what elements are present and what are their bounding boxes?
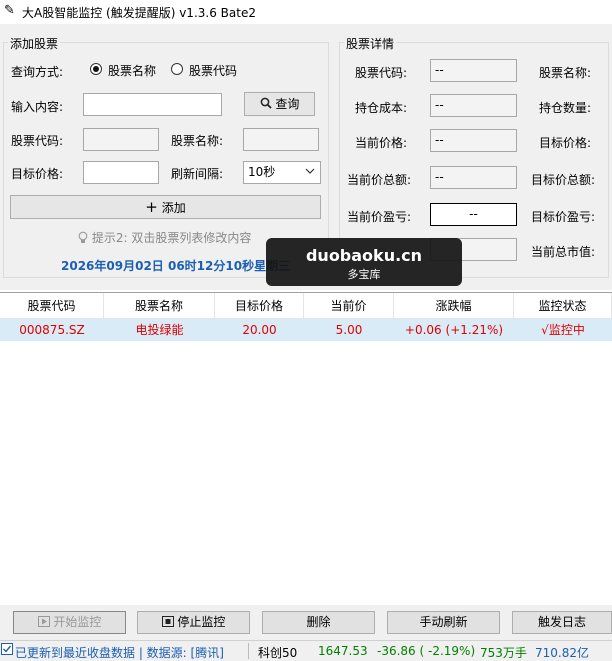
- col-header-status[interactable]: 监控状态: [514, 293, 612, 319]
- play-icon: [37, 615, 54, 629]
- stock-table[interactable]: 股票代码 股票名称 目标价格 当前价 涨跌幅 监控状态 000875.SZ 电投…: [0, 292, 612, 605]
- target-price-input[interactable]: [83, 161, 159, 184]
- title-bar: ✎ 大A股智能监控 (触发提醒版) v1.3.6 Bate2: [0, 0, 612, 24]
- col-header-code[interactable]: 股票代码: [0, 293, 104, 319]
- trigger-log-button[interactable]: 触发日志: [512, 611, 612, 634]
- detail-target-pnl-label: 目标价盈亏:: [531, 210, 596, 224]
- detail-cost-field[interactable]: --: [430, 94, 517, 117]
- input-label: 输入内容:: [11, 100, 64, 114]
- detail-current-field[interactable]: --: [430, 129, 517, 152]
- search-input[interactable]: [83, 93, 222, 116]
- datetime-display: 2026年09月02日 06时12分10秒星期三: [61, 259, 291, 273]
- detail-total-label: 当前价总额:: [347, 173, 412, 187]
- start-monitor-label: 开始监控: [53, 615, 102, 629]
- add-stock-group-title: 添加股票: [8, 35, 61, 52]
- detail-total-field[interactable]: --: [430, 166, 517, 189]
- tip-label: 提示2: 双击股票列表修改内容: [91, 231, 252, 245]
- name-label: 股票名称:: [171, 134, 224, 148]
- start-monitor-button[interactable]: 开始监控: [13, 611, 126, 634]
- tip-text: 提示2: 双击股票列表修改内容: [78, 229, 251, 246]
- radio-by-name-label[interactable]: 股票名称: [108, 62, 156, 79]
- col-header-target[interactable]: 目标价格: [215, 293, 304, 319]
- stop-monitor-button[interactable]: 停止监控: [137, 611, 250, 634]
- refresh-interval-value: 10秒: [248, 165, 276, 179]
- cell-status: √监控中: [541, 323, 585, 337]
- col-header-name[interactable]: 股票名称: [104, 293, 215, 319]
- add-button[interactable]: + 添加: [10, 195, 321, 219]
- detail-target-total-label: 目标价总额:: [531, 173, 596, 187]
- code-label: 股票代码:: [11, 134, 64, 148]
- radio-by-code-label[interactable]: 股票代码: [189, 62, 237, 79]
- index-amount: 710.82亿: [535, 646, 589, 660]
- code-field[interactable]: [83, 128, 159, 151]
- cell-current: 5.00: [335, 323, 363, 337]
- detail-cost-label: 持仓成本:: [355, 101, 408, 115]
- refresh-interval-label: 刷新间隔:: [171, 167, 224, 181]
- col-header-current[interactable]: 当前价: [304, 293, 394, 319]
- status-message: 已更新到最近收盘数据 | 数据源: [腾讯]: [15, 646, 224, 660]
- detail-code-label: 股票代码:: [355, 66, 408, 80]
- detail-pnl-label: 当前价盈亏:: [347, 210, 412, 224]
- app-pen-icon: ✎: [4, 3, 15, 18]
- query-button-label: 查询: [275, 97, 300, 111]
- detail-current-label: 当前价格:: [355, 136, 408, 150]
- detail-market-value-label: 当前总市值:: [531, 245, 596, 259]
- refresh-interval-select[interactable]: 10秒: [243, 161, 321, 184]
- query-mode-label: 查询方式:: [11, 65, 64, 79]
- table-row[interactable]: 000875.SZ 电投绿能 20.00 5.00 +0.06 (+1.21%)…: [0, 319, 612, 341]
- cell-name: 电投绿能: [135, 323, 184, 337]
- watermark-badge: duobaoku.cn 多宝库: [266, 238, 462, 286]
- stock-detail-group-title: 股票详情: [344, 35, 397, 52]
- index-change: -36.86 ( -2.19%): [377, 644, 476, 658]
- detail-code-field[interactable]: --: [430, 59, 517, 82]
- index-name: 科创50: [258, 646, 298, 660]
- watermark-label: 多宝库: [347, 268, 381, 281]
- index-value: 1647.53: [318, 644, 368, 658]
- status-bar: 已更新到最近收盘数据 | 数据源: [腾讯] 科创50 1647.53 -36.…: [0, 640, 612, 661]
- detail-target-label: 目标价格:: [539, 136, 592, 150]
- check-icon: [1, 643, 13, 658]
- window-title: 大A股智能监控 (触发提醒版) v1.3.6 Bate2: [22, 6, 256, 20]
- delete-button[interactable]: 删除: [262, 611, 375, 634]
- cell-code: 000875.SZ: [19, 323, 85, 337]
- col-header-change[interactable]: 涨跌幅: [394, 293, 514, 319]
- index-volume: 753万手: [480, 646, 527, 660]
- radio-by-name[interactable]: [90, 63, 102, 75]
- detail-name-label: 股票名称:: [539, 66, 592, 80]
- chevron-down-icon: [305, 162, 315, 183]
- lightbulb-icon: [78, 231, 92, 245]
- radio-by-code[interactable]: [171, 63, 183, 75]
- stop-monitor-label: 停止监控: [177, 615, 226, 629]
- cell-change: +0.06 (+1.21%): [404, 323, 504, 337]
- stop-icon: [161, 615, 178, 629]
- watermark-site: duobaoku.cn: [305, 246, 423, 265]
- detail-pnl-field[interactable]: --: [430, 203, 517, 226]
- manual-refresh-button[interactable]: 手动刷新: [387, 611, 500, 634]
- query-button[interactable]: 查询: [244, 92, 315, 116]
- target-price-label: 目标价格:: [11, 167, 64, 181]
- cell-target: 20.00: [242, 323, 277, 337]
- search-icon: [260, 97, 276, 111]
- name-field[interactable]: [243, 128, 319, 151]
- status-divider: [248, 643, 249, 659]
- add-button-label: 添加: [161, 201, 186, 215]
- plus-icon: +: [145, 198, 158, 216]
- bottom-toolbar: 开始监控 停止监控 删除 手动刷新 触发日志: [0, 605, 612, 640]
- detail-qty-label: 持仓数量:: [539, 101, 592, 115]
